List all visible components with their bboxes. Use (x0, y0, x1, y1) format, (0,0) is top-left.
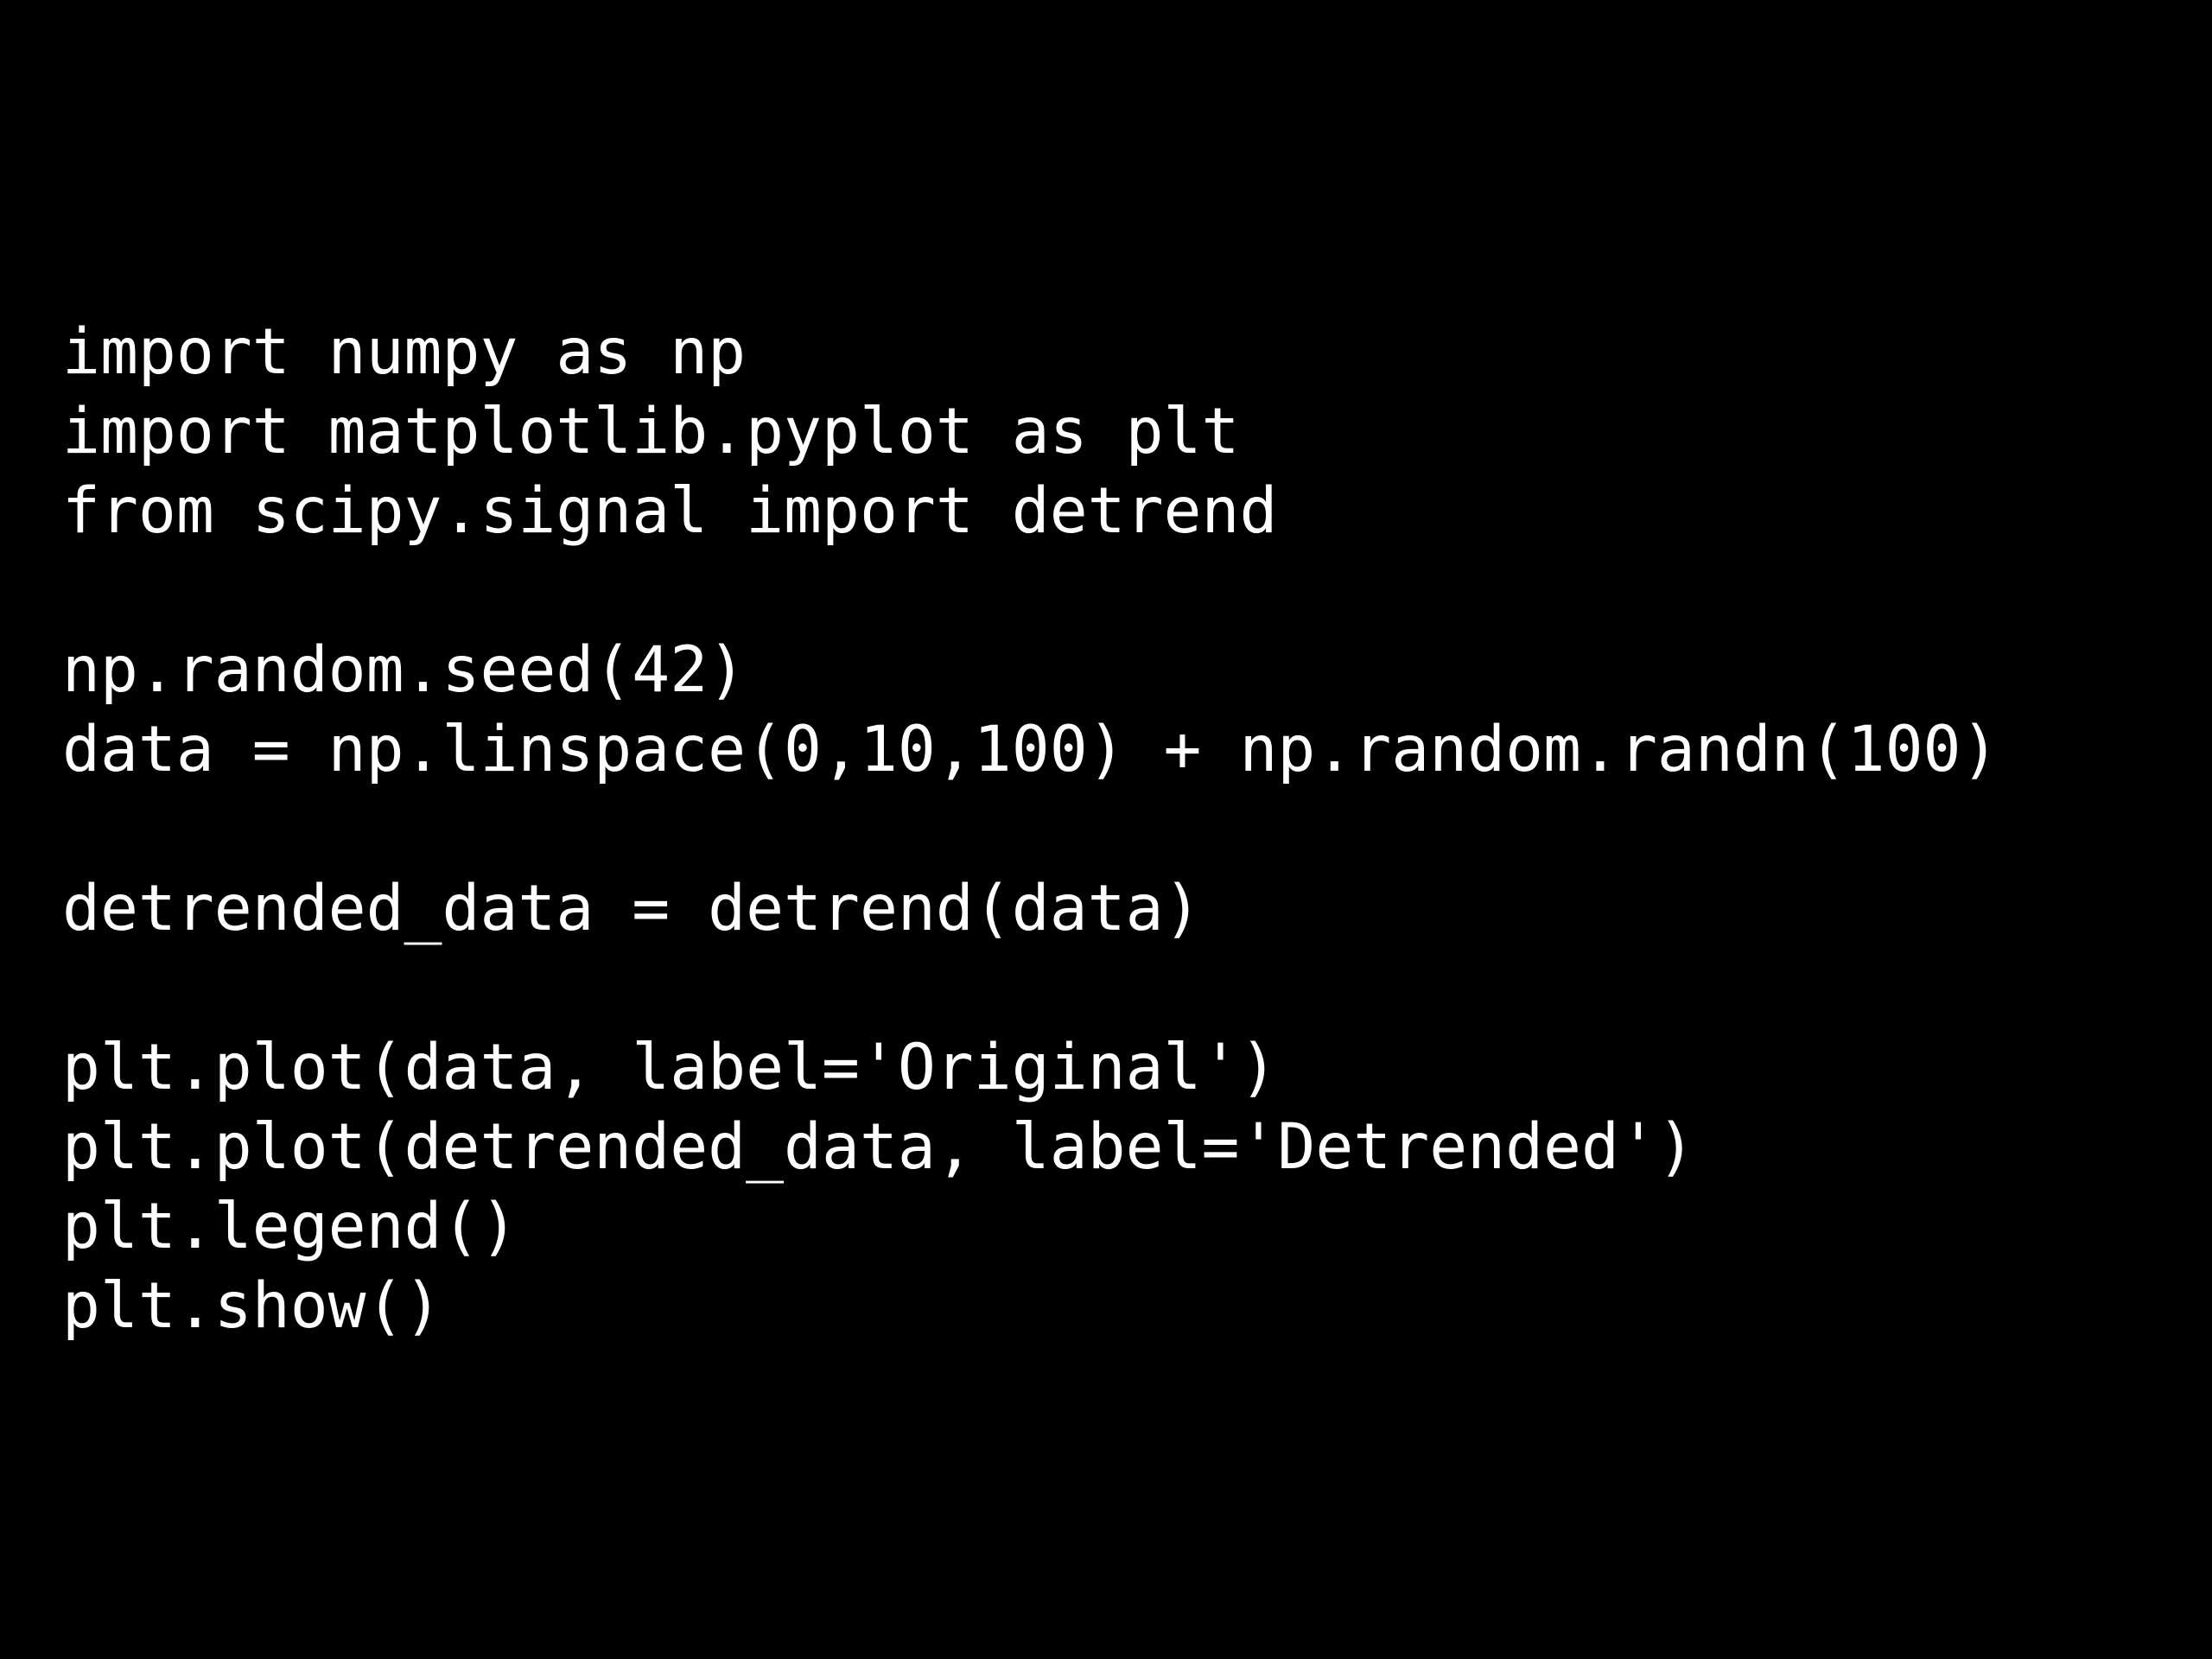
code-snippet: import numpy as np import matplotlib.pyp… (0, 313, 1999, 1346)
